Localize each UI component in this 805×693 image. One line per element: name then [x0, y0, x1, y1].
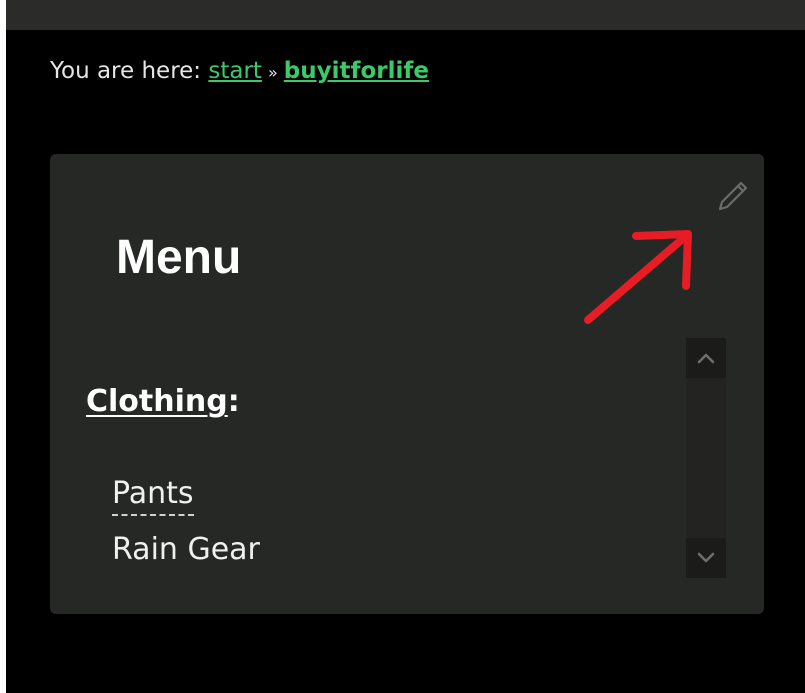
breadcrumb-link-current[interactable]: buyitforlife: [284, 58, 429, 84]
pencil-icon: [718, 181, 748, 211]
list-item-pants[interactable]: Pants: [112, 472, 260, 528]
page-frame: You are here: start » buyitforlife Menu Cl…: [6, 0, 805, 693]
section-heading: Clothing:: [86, 384, 240, 419]
breadcrumb-prefix: You are here:: [50, 58, 209, 84]
menu-panel: Menu Clothing: Pants Rain Gear: [50, 154, 764, 614]
scrollbar[interactable]: [686, 338, 726, 578]
red-arrow-icon: [584, 230, 692, 324]
edit-button[interactable]: [710, 172, 752, 214]
list-item-rain-gear[interactable]: Rain Gear: [112, 528, 260, 584]
breadcrumb-link-start[interactable]: start: [208, 58, 262, 84]
menu-list: Pants Rain Gear: [112, 472, 260, 584]
breadcrumb: You are here: start » buyitforlife: [50, 58, 429, 84]
chevron-up-icon: [697, 353, 715, 364]
list-item-label: Rain Gear: [112, 532, 260, 567]
panel-title: Menu: [116, 231, 242, 284]
top-bar: [6, 0, 805, 30]
breadcrumb-separator: »: [267, 63, 278, 82]
section-heading-text: Clothing: [86, 384, 228, 419]
chevron-down-icon: [697, 552, 715, 563]
section-heading-colon: :: [227, 384, 240, 419]
scroll-up-button[interactable]: [686, 338, 726, 378]
scroll-down-button[interactable]: [686, 538, 726, 578]
scroll-track[interactable]: [686, 378, 726, 538]
list-item-label: Pants: [112, 474, 194, 516]
